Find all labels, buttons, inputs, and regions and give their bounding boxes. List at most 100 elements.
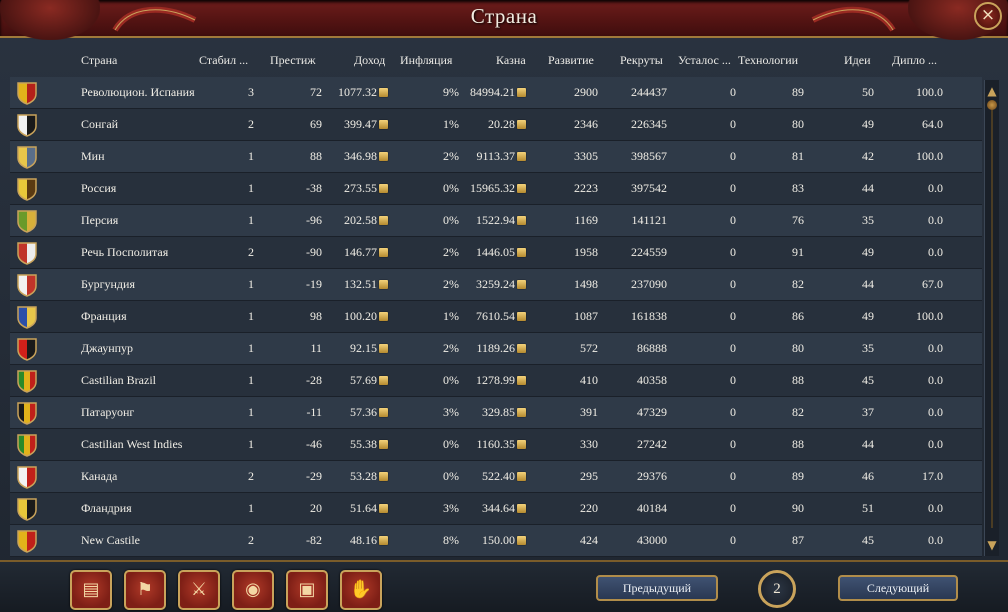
prestige-value: 98 xyxy=(310,309,322,323)
diplo-value: 0.0 xyxy=(928,341,943,355)
country-name[interactable]: Канада xyxy=(81,469,117,484)
prestige-value: 72 xyxy=(310,85,322,99)
stability-value: 2 xyxy=(248,117,254,131)
cell-prestige: 72 xyxy=(310,85,322,100)
cell-development: 424 xyxy=(580,533,598,548)
country-flag-icon[interactable] xyxy=(16,337,38,361)
treasury-value: 1189.26 xyxy=(476,341,515,355)
country-flag-icon[interactable] xyxy=(16,305,38,329)
cell-war-exhaustion: 0 xyxy=(730,373,736,388)
next-page-button[interactable]: Следующий xyxy=(838,575,958,601)
country-flag-icon[interactable] xyxy=(16,113,38,137)
table-row[interactable]: Революцион. Испания 3 72 1077.32 9% 84994.21 2… xyxy=(10,77,982,109)
table-row[interactable]: Патаруонг 1 -11 57.36 3% 329.85 391 47329 0 82 37 0… xyxy=(10,397,982,429)
close-button[interactable]: × xyxy=(974,2,1002,30)
country-flag-icon[interactable] xyxy=(16,177,38,201)
table-row[interactable]: Джаунпур 1 11 92.15 2% 1189.26 572 86888 0 80 35 0.… xyxy=(10,333,982,365)
cell-income: 92.15 xyxy=(350,341,388,356)
country-flag-icon[interactable] xyxy=(16,273,38,297)
cell-ideas: 42 xyxy=(862,149,874,164)
cell-ideas: 45 xyxy=(862,373,874,388)
cell-ideas: 50 xyxy=(862,85,874,100)
country-name[interactable]: Castilian Brazil xyxy=(81,373,156,388)
country-flag-icon[interactable] xyxy=(16,145,38,169)
column-header-treasury[interactable]: Казна xyxy=(496,53,526,68)
tab-diplomacy-button[interactable]: ✋ xyxy=(340,570,382,610)
table-row[interactable]: Castilian West Indies 1 -46 55.38 0% 1160.35 3… xyxy=(10,429,982,461)
table-row[interactable]: Речь Посполитая 2 -90 146.77 2% 1446.05 1958 22… xyxy=(10,237,982,269)
war-exhaustion-value: 0 xyxy=(730,149,736,163)
tab-ledger-button[interactable]: ▤ xyxy=(70,570,112,610)
country-name[interactable]: Бургундия xyxy=(81,277,135,292)
country-flag-icon[interactable] xyxy=(16,401,38,425)
country-flag-icon[interactable] xyxy=(16,209,38,233)
cell-stability: 1 xyxy=(248,181,254,196)
country-name[interactable]: Россия xyxy=(81,181,116,196)
country-flag-icon[interactable] xyxy=(16,241,38,265)
country-name[interactable]: Революцион. Испания xyxy=(81,85,195,100)
country-flag-icon[interactable] xyxy=(16,81,38,105)
cell-manpower: 237090 xyxy=(631,277,667,292)
country-flag-icon[interactable] xyxy=(16,369,38,393)
column-header-country[interactable]: Страна xyxy=(81,53,117,68)
column-header-prestige[interactable]: Престиж xyxy=(270,53,316,68)
ducats-icon xyxy=(517,216,526,225)
country-name[interactable]: Мин xyxy=(81,149,105,164)
column-header-development[interactable]: Развитие xyxy=(548,53,594,68)
country-name[interactable]: Патаруонг xyxy=(81,405,134,420)
table-row[interactable]: Castilian Brazil 1 -28 57.69 0% 1278.99 410 403… xyxy=(10,365,982,397)
table-row[interactable]: Франция 1 98 100.20 1% 7610.54 1087 161838 0 86 49… xyxy=(10,301,982,333)
table-row[interactable]: New Castile 2 -82 48.16 8% 150.00 424 43000 0 87 4… xyxy=(10,525,982,557)
scroll-thumb[interactable] xyxy=(987,100,997,110)
country-flag-icon[interactable] xyxy=(16,433,38,457)
ducats-icon xyxy=(379,472,388,481)
tech-value: 91 xyxy=(792,245,804,259)
cell-manpower: 226345 xyxy=(631,117,667,132)
country-name[interactable]: New Castile xyxy=(81,533,140,548)
table-row[interactable]: Бургундия 1 -19 132.51 2% 3259.24 1498 237090 0 8… xyxy=(10,269,982,301)
table-row[interactable]: Фландрия 1 20 51.64 3% 344.64 220 40184 0 90 51 0.0 xyxy=(10,493,982,525)
column-header-manpower[interactable]: Рекруты xyxy=(620,53,663,68)
tab-flag-button[interactable]: ⚑ xyxy=(124,570,166,610)
table-scrollbar[interactable]: ▲ ▼ xyxy=(984,80,999,556)
table-row[interactable]: Сонгай 2 69 399.47 1% 20.28 2346 226345 0 80 49 64.… xyxy=(10,109,982,141)
tab-trade-button[interactable]: ▣ xyxy=(286,570,328,610)
ideas-value: 44 xyxy=(862,181,874,195)
cell-inflation: 9% xyxy=(443,85,459,100)
manpower-value: 397542 xyxy=(631,181,667,195)
cell-ideas: 49 xyxy=(862,245,874,260)
country-name[interactable]: Джаунпур xyxy=(81,341,133,356)
scroll-track[interactable] xyxy=(991,104,993,528)
tab-economy-button[interactable]: ◉ xyxy=(232,570,274,610)
table-row[interactable]: Мин 1 88 346.98 2% 9113.37 3305 398567 0 81 42 100.… xyxy=(10,141,982,173)
country-name[interactable]: Сонгай xyxy=(81,117,118,132)
country-name[interactable]: Персия xyxy=(81,213,118,228)
table-row[interactable]: Канада 2 -29 53.28 0% 522.40 295 29376 0 89 46 17.0 xyxy=(10,461,982,493)
column-header-technology[interactable]: Технологии xyxy=(738,53,798,68)
country-flag-icon[interactable] xyxy=(16,497,38,521)
column-header-diplomacy[interactable]: Дипло ... xyxy=(892,53,937,68)
column-header-income[interactable]: Доход xyxy=(354,53,385,68)
column-header-war-exhaustion[interactable]: Усталос ... xyxy=(678,53,731,68)
table-row[interactable]: Россия 1 -38 273.55 0% 15965.32 2223 397542 0 83 4… xyxy=(10,173,982,205)
table-row[interactable]: Персия 1 -96 202.58 0% 1522.94 1169 141121 0 76 35… xyxy=(10,205,982,237)
scroll-up-button[interactable]: ▲ xyxy=(985,80,999,102)
tab-military-button[interactable]: ⚔ xyxy=(178,570,220,610)
cell-prestige: -46 xyxy=(306,437,322,452)
country-name[interactable]: Франция xyxy=(81,309,127,324)
diplo-value: 67.0 xyxy=(922,277,943,291)
cell-stability: 3 xyxy=(248,85,254,100)
previous-page-button[interactable]: Предыдущий xyxy=(596,575,718,601)
column-header-stability[interactable]: Стабил ... xyxy=(199,53,248,68)
cell-inflation: 0% xyxy=(443,469,459,484)
ideas-value: 45 xyxy=(862,533,874,547)
country-name[interactable]: Фландрия xyxy=(81,501,132,516)
cell-development: 1169 xyxy=(574,213,598,228)
country-flag-icon[interactable] xyxy=(16,465,38,489)
country-name[interactable]: Речь Посполитая xyxy=(81,245,168,260)
country-name[interactable]: Castilian West Indies xyxy=(81,437,182,452)
country-flag-icon[interactable] xyxy=(16,529,38,553)
column-header-inflation[interactable]: Инфляция xyxy=(400,53,452,68)
column-header-ideas[interactable]: Идеи xyxy=(844,53,871,68)
scroll-down-button[interactable]: ▼ xyxy=(985,534,999,556)
